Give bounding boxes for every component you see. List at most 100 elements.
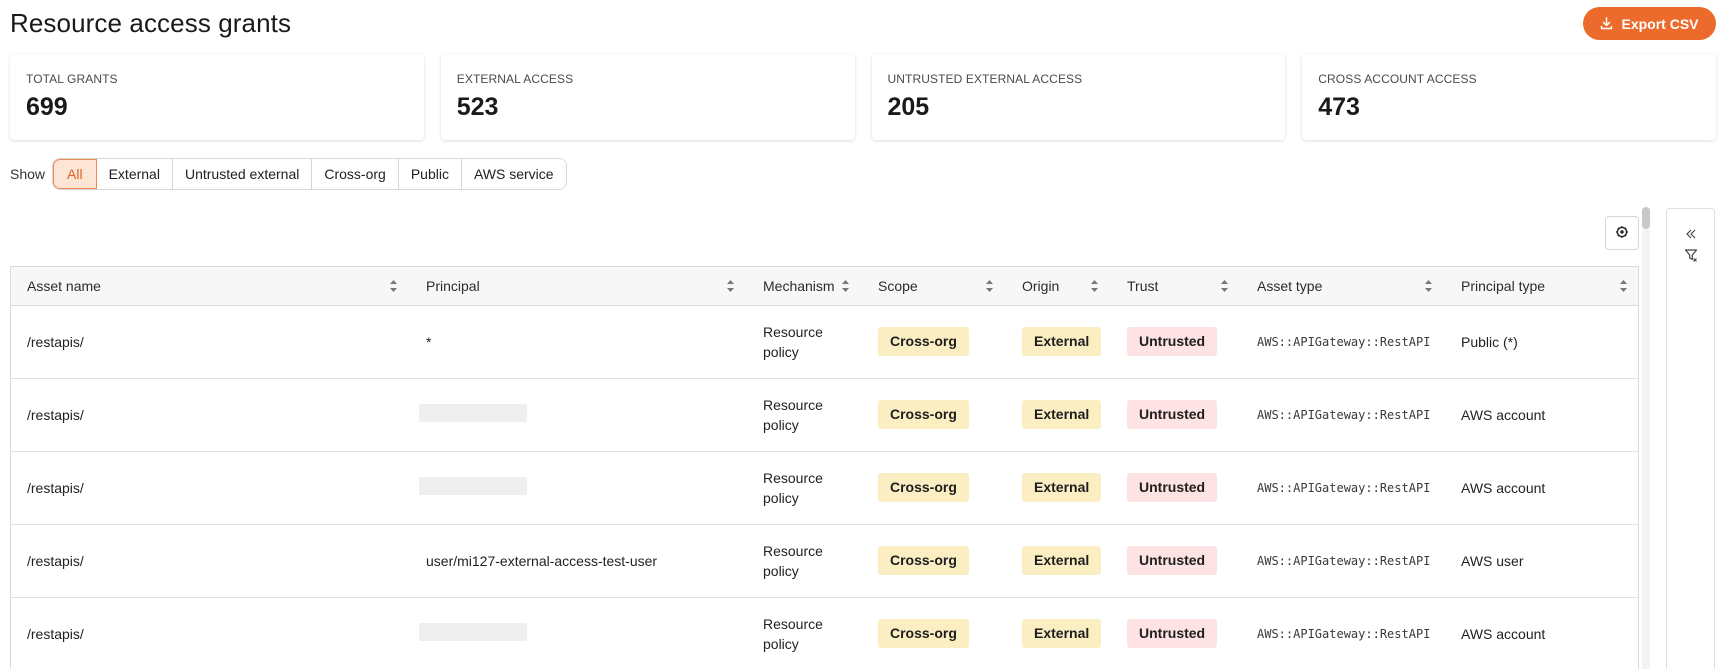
principal-type-cell: AWS account <box>1445 378 1638 452</box>
asset-type-cell: AWS::APIGateway::RestAPI <box>1241 451 1445 525</box>
sort-icon <box>986 280 993 292</box>
scrollbar-track[interactable] <box>1642 229 1650 669</box>
trust-cell: Untrusted <box>1111 524 1241 598</box>
asset-type-cell: AWS::APIGateway::RestAPI <box>1241 378 1445 452</box>
asset-name-cell: /restapis/ <box>11 597 410 669</box>
scope-cell: Cross-org <box>862 305 1006 379</box>
filter-row: Show All External Untrusted external Cro… <box>10 158 567 190</box>
mechanism-cell: Resource policy <box>747 524 862 598</box>
scope-cell: Cross-org <box>862 597 1006 669</box>
stat-value: 473 <box>1318 93 1360 121</box>
principal-cell <box>410 378 747 452</box>
origin-cell: External <box>1006 597 1111 669</box>
scope-badge: Cross-org <box>878 400 969 429</box>
trust-cell: Untrusted <box>1111 451 1241 525</box>
asset-type-cell: AWS::APIGateway::RestAPI <box>1241 524 1445 598</box>
mechanism-cell: Resource policy <box>747 451 862 525</box>
filter-cross-org-button[interactable]: Cross-org <box>312 159 399 189</box>
stat-label: CROSS ACCOUNT ACCESS <box>1318 72 1477 86</box>
origin-badge: External <box>1022 473 1102 502</box>
table-settings-button[interactable] <box>1605 216 1639 250</box>
double-chevron-left-icon[interactable] <box>1683 226 1699 242</box>
filter-public-button[interactable]: Public <box>398 159 462 189</box>
table-row[interactable]: /restapis/ user/mi127-external-access-te… <box>11 524 1638 598</box>
mechanism-cell: Resource policy <box>747 378 862 452</box>
origin-badge: External <box>1022 327 1102 356</box>
column-header-trust[interactable]: Trust <box>1111 267 1241 306</box>
origin-cell: External <box>1006 378 1111 452</box>
principal-cell: user/mi127-external-access-test-user <box>410 524 747 598</box>
stat-card-cross-account-access: CROSS ACCOUNT ACCESS 473 <box>1302 54 1716 140</box>
principal-type-cell: AWS user <box>1445 524 1638 598</box>
column-header-scope[interactable]: Scope <box>862 267 1006 306</box>
asset-name-cell: /restapis/ <box>11 305 410 379</box>
origin-badge: External <box>1022 619 1102 648</box>
asset-name-cell: /restapis/ <box>11 524 410 598</box>
export-csv-button[interactable]: Export CSV <box>1583 7 1716 40</box>
origin-cell: External <box>1006 524 1111 598</box>
sort-icon <box>1221 280 1228 292</box>
filter-all-button[interactable]: All <box>53 159 97 189</box>
sort-icon <box>727 280 734 292</box>
origin-cell: External <box>1006 451 1111 525</box>
stat-value: 699 <box>26 93 68 121</box>
column-header-principal-type[interactable]: Principal type <box>1445 267 1638 306</box>
column-header-asset-type[interactable]: Asset type <box>1241 267 1445 306</box>
filter-aws-service-button[interactable]: AWS service <box>461 159 566 189</box>
scope-badge: Cross-org <box>878 327 969 356</box>
trust-badge: Untrusted <box>1127 327 1218 356</box>
stat-label: EXTERNAL ACCESS <box>456 72 574 86</box>
page-title: Resource access grants <box>10 8 292 38</box>
column-header-asset-name[interactable]: Asset name <box>11 267 410 306</box>
show-label: Show <box>10 166 46 182</box>
settings-icon <box>1615 225 1629 242</box>
trust-badge: Untrusted <box>1127 619 1218 648</box>
origin-badge: External <box>1022 546 1102 575</box>
scope-badge: Cross-org <box>878 619 969 648</box>
origin-badge: External <box>1022 400 1102 429</box>
sort-icon <box>390 280 397 292</box>
redacted-principal <box>419 404 527 422</box>
principal-cell <box>410 597 747 669</box>
sort-icon <box>842 280 849 292</box>
filter-external-button[interactable]: External <box>96 159 173 189</box>
stat-label: UNTRUSTED EXTERNAL ACCESS <box>887 72 1083 86</box>
stats-row: TOTAL GRANTS 699 EXTERNAL ACCESS 523 UNT… <box>10 54 1716 140</box>
stat-label: TOTAL GRANTS <box>26 72 118 86</box>
asset-type-cell: AWS::APIGateway::RestAPI <box>1241 597 1445 669</box>
column-header-principal[interactable]: Principal <box>410 267 747 306</box>
download-icon <box>1600 17 1613 30</box>
principal-cell <box>410 451 747 525</box>
trust-badge: Untrusted <box>1127 546 1218 575</box>
redacted-principal <box>419 623 527 641</box>
filter-untrusted-external-button[interactable]: Untrusted external <box>172 159 313 189</box>
table-row[interactable]: /restapis/ * Resource policy Cross-org Ex… <box>11 305 1638 379</box>
filter-icon[interactable] <box>1683 247 1699 263</box>
mechanism-cell: Resource policy <box>747 597 862 669</box>
redacted-principal <box>419 477 527 495</box>
filter-segmented-control: All External Untrusted external Cross-or… <box>52 158 567 190</box>
principal-cell: * <box>410 305 747 379</box>
scope-cell: Cross-org <box>862 524 1006 598</box>
table-header-row: Asset name Principal Mechanism Scope Ori… <box>11 267 1638 306</box>
scope-cell: Cross-org <box>862 378 1006 452</box>
scrollbar-thumb[interactable] <box>1642 207 1650 229</box>
table-row[interactable]: /restapis/ Resource policy Cross-org Exte… <box>11 597 1638 669</box>
stat-card-untrusted-external-access: UNTRUSTED EXTERNAL ACCESS 205 <box>871 54 1286 140</box>
sort-icon <box>1425 280 1432 292</box>
sort-icon <box>1091 280 1098 292</box>
table-row[interactable]: /restapis/ Resource policy Cross-org Exte… <box>11 378 1638 452</box>
sort-icon <box>1620 280 1627 292</box>
side-panel <box>1666 208 1715 669</box>
trust-badge: Untrusted <box>1127 473 1218 502</box>
column-header-mechanism[interactable]: Mechanism <box>747 267 862 306</box>
scope-cell: Cross-org <box>862 451 1006 525</box>
asset-name-cell: /restapis/ <box>11 451 410 525</box>
stat-value: 523 <box>456 93 499 121</box>
column-header-origin[interactable]: Origin <box>1006 267 1111 306</box>
trust-cell: Untrusted <box>1111 597 1241 669</box>
trust-badge: Untrusted <box>1127 400 1218 429</box>
principal-type-cell: AWS account <box>1445 597 1638 669</box>
table-row[interactable]: /restapis/ Resource policy Cross-org Exte… <box>11 451 1638 525</box>
scope-badge: Cross-org <box>878 473 969 502</box>
